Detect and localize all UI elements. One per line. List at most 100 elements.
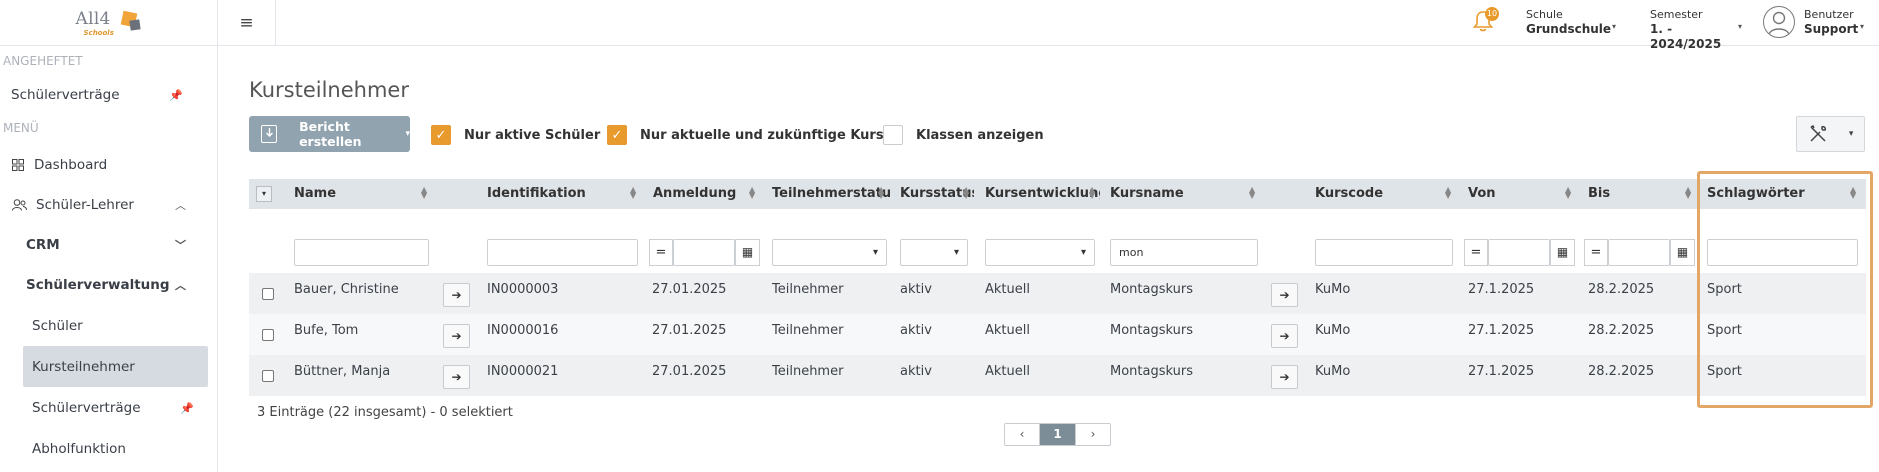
filter-kurscode-input[interactable] [1315,239,1453,266]
semester-selector[interactable]: Semester 1. - 2024/2025 ▾ [1650,7,1745,52]
sidebar-item-pinned-schuelervertraege[interactable]: Schülerverträge 📌 [11,84,207,106]
column-header-kurscode[interactable]: Kurscode [1315,179,1383,209]
notifications-bell[interactable]: 10 [1472,7,1499,34]
checkbox-unchecked[interactable] [883,125,903,145]
checkbox-checked[interactable]: ✓ [431,125,451,145]
user-avatar[interactable] [1763,6,1795,38]
sidebar-item-dashboard[interactable]: Dashboard [12,154,208,176]
sidebar-item-label: Schüler [32,318,83,334]
sidebar-item-abholfunktion[interactable]: Abholfunktion [32,438,208,460]
sort-icon[interactable]: ▲ ▼ [749,186,755,200]
pin-icon[interactable]: 📌 [169,89,183,102]
checkbox-checked[interactable]: ✓ [607,125,627,145]
sidebar-item-schueler-lehrer[interactable]: Schüler-Lehrer ︿ [12,194,208,216]
option-only-active-students[interactable]: ✓ Nur aktive Schüler [431,125,600,145]
filter-anmeldung-operator[interactable]: = [649,239,673,266]
caret-down-icon: ▾ [1860,22,1865,31]
tools-dropdown-button[interactable]: ▾ [1796,116,1865,152]
table-row[interactable]: Büttner, Manja ➔ IN0000021 27.01.2025 Te… [249,355,1866,396]
sort-icon[interactable]: ▲ ▼ [1685,186,1691,200]
sort-icon[interactable]: ▲ ▼ [963,186,969,200]
column-header-identifikation[interactable]: Identifikation [487,179,586,209]
filter-von-operator[interactable]: = [1464,239,1488,266]
sort-icon[interactable]: ▲ ▼ [421,186,427,200]
sort-icon[interactable]: ▲ ▼ [1565,186,1571,200]
option-label: Nur aktuelle und zukünftige Kurse [640,127,893,143]
filter-kursname-input[interactable]: mon [1110,239,1258,266]
sort-icon[interactable]: ▲ ▼ [878,186,884,200]
column-header-kursentwicklung[interactable]: Kursentwicklung [985,179,1100,209]
school-selector[interactable]: Schule Grundschule ▾ [1526,7,1616,37]
pager-next-button[interactable]: › [1075,424,1110,445]
create-report-button[interactable]: Bericht erstellen ▾ [249,116,410,152]
sort-icon[interactable]: ▲ ▼ [1850,186,1856,200]
pager-prev-button[interactable]: ‹ [1005,424,1040,445]
column-header-bis[interactable]: Bis [1588,179,1610,209]
column-header-schlagwoerter[interactable]: Schlagwörter [1707,179,1805,209]
cell-name: Bauer, Christine [294,282,399,297]
row-checkbox[interactable] [262,288,274,300]
arrow-right-icon[interactable]: ➔ [1271,324,1298,348]
option-current-future-courses[interactable]: ✓ Nur aktuelle und zukünftige Kurse [607,125,892,145]
cell-kursentwicklung: Aktuell [985,364,1030,379]
cell-schlagwoerter: Sport [1707,323,1742,338]
sidebar-item-schueler[interactable]: Schüler [32,315,208,337]
calendar-icon[interactable]: ▦ [1670,239,1695,266]
select-all-dropdown[interactable]: ▾ [256,186,272,202]
row-checkbox[interactable] [262,370,274,382]
filter-name-input[interactable] [294,239,429,266]
sidebar-item-kursteilnehmer[interactable]: Kursteilnehmer [23,346,208,387]
logo-subtext: Schools [83,28,114,37]
option-show-classes[interactable]: Klassen anzeigen [883,125,1044,145]
arrow-right-icon[interactable]: ➔ [443,324,470,348]
arrow-right-icon[interactable]: ➔ [443,365,470,389]
chevron-up-icon: ︿ [175,199,186,212]
hamburger-menu-icon[interactable]: ≡ [218,0,276,46]
download-icon [261,125,278,143]
column-header-teilnehmerstatus[interactable]: Teilnehmerstatus [772,179,890,209]
sort-icon[interactable]: ▲ ▼ [1249,186,1255,200]
arrow-right-icon[interactable]: ➔ [1271,283,1298,307]
cell-kursentwicklung: Aktuell [985,323,1030,338]
option-label: Klassen anzeigen [916,127,1044,143]
calendar-icon[interactable]: ▦ [1550,239,1575,266]
sidebar-item-label: CRM [26,237,60,253]
users-icon [12,199,27,211]
table-row[interactable]: Bufe, Tom ➔ IN0000016 27.01.2025 Teilneh… [249,314,1866,355]
filter-kursstatus-select[interactable] [900,239,968,266]
filter-identifikation-input[interactable] [487,239,638,266]
sort-icon[interactable]: ▲ ▼ [1089,186,1095,200]
column-header-anmeldung[interactable]: Anmeldung [653,179,736,209]
filter-teilnehmerstatus-select[interactable] [772,239,887,266]
filter-von-input[interactable] [1488,239,1550,266]
app-logo[interactable]: All4 Schools [74,6,144,40]
filter-bis-operator[interactable]: = [1584,239,1608,266]
filter-anmeldung-input[interactable] [673,239,735,266]
caret-down-icon: ▾ [1738,22,1743,31]
calendar-icon[interactable]: ▦ [735,239,760,266]
sort-icon[interactable]: ▲ ▼ [630,186,636,200]
cell-identifikation: IN0000003 [487,282,559,297]
sidebar-item-crm[interactable]: CRM ﹀ [26,234,208,256]
column-header-kursname[interactable]: Kursname [1110,179,1184,209]
filter-bis-input[interactable] [1608,239,1670,266]
pager-page-1[interactable]: 1 [1040,424,1075,445]
row-checkbox[interactable] [262,329,274,341]
sidebar-item-schuelervertraege[interactable]: Schülerverträge 📌 [32,397,208,419]
arrow-right-icon[interactable]: ➔ [443,283,470,307]
cell-kursname: Montagskurs [1110,364,1193,379]
pin-icon[interactable]: 📌 [180,402,194,415]
sidebar-item-schuelerverwaltung[interactable]: Schülerverwaltung ︿ [26,274,208,296]
sidebar-item-label: Schülerverwaltung [26,277,170,293]
user-selector[interactable]: Benutzer Support ▾ [1804,7,1866,37]
table-row[interactable]: Bauer, Christine ➔ IN0000003 27.01.2025 … [249,273,1866,314]
column-header-name[interactable]: Name [294,179,336,209]
column-header-von[interactable]: Von [1468,179,1496,209]
filter-kursentwicklung-select[interactable] [985,239,1095,266]
cell-kurscode: KuMo [1315,323,1351,338]
user-icon [1768,11,1790,36]
filter-schlagwoerter-input[interactable] [1707,239,1858,266]
arrow-right-icon[interactable]: ➔ [1271,365,1298,389]
sort-icon[interactable]: ▲ ▼ [1445,186,1451,200]
sidebar-item-label: Schüler-Lehrer [36,197,134,213]
